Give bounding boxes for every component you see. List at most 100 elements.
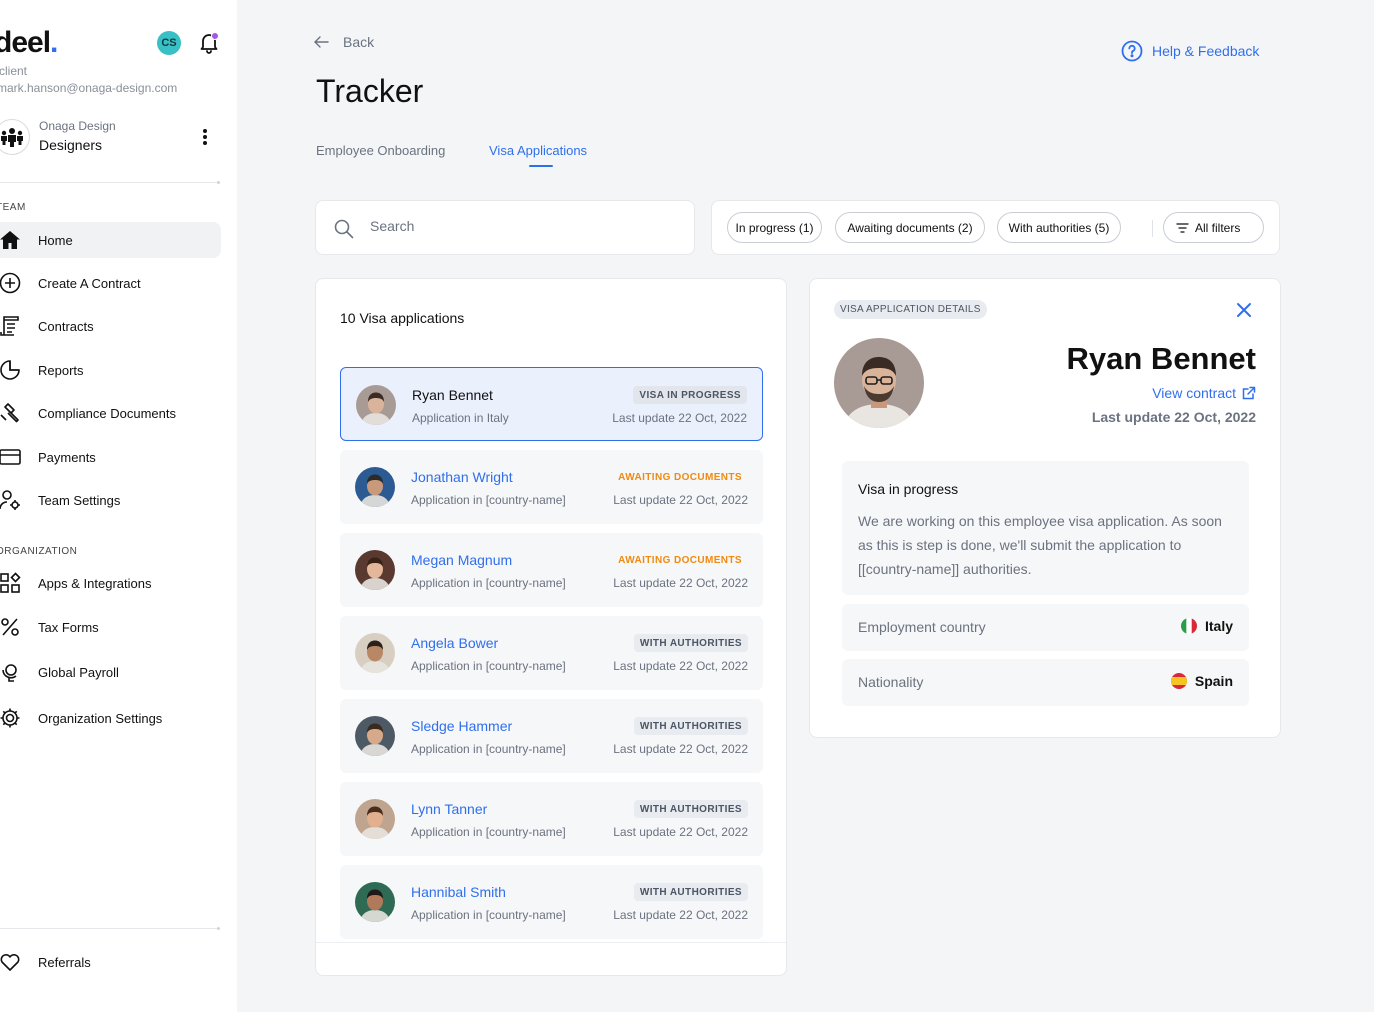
more-options-icon[interactable] <box>202 129 208 147</box>
sidebar-item-label: Compliance Documents <box>38 405 177 421</box>
organization-section-label: ORGANIZATION <box>0 546 78 557</box>
team-group-icon <box>0 119 30 155</box>
application-row[interactable]: Megan Magnum Application in [country-name… <box>340 533 763 607</box>
filter-chip-awaiting-documents[interactable]: Awaiting documents (2) <box>835 212 985 243</box>
application-country: Application in [country-name] <box>411 908 566 922</box>
user-avatar[interactable]: CS <box>157 31 181 55</box>
applicant-name[interactable]: Angela Bower <box>411 635 498 651</box>
employment-country-value: Italy <box>1204 618 1233 634</box>
sidebar-item-referrals[interactable]: Referrals <box>0 944 221 980</box>
sidebar-divider <box>0 181 220 184</box>
sidebar-item-label: Tax Forms <box>38 619 99 635</box>
application-row[interactable]: Angela Bower Application in [country-name… <box>340 616 763 690</box>
pie-chart-icon <box>0 359 22 381</box>
sidebar-item-create-contract[interactable]: Create A Contract <box>0 265 221 301</box>
filter-icon <box>1176 222 1189 233</box>
status-badge: WITH AUTHORITIES <box>633 634 748 652</box>
applicant-avatar <box>355 633 395 673</box>
applications-count: 10 Visa applications <box>340 310 465 326</box>
employment-country-value-wrap: Italy <box>1180 618 1233 634</box>
sidebar-item-payments[interactable]: Payments <box>0 439 221 475</box>
last-update: Last update 22 Oct, 2022 <box>613 742 748 756</box>
filter-chip-in-progress[interactable]: In progress (1) <box>727 212 822 243</box>
applicant-name[interactable]: Sledge Hammer <box>411 718 512 734</box>
applicant-name[interactable]: Megan Magnum <box>411 552 512 568</box>
application-country: Application in [country-name] <box>411 825 566 839</box>
sidebar-item-team-settings[interactable]: Team Settings <box>0 482 221 518</box>
application-row[interactable]: Ryan Bennet Application in Italy VISA IN P… <box>340 367 763 441</box>
application-country: Application in [country-name] <box>411 659 566 673</box>
all-filters-button[interactable]: All filters <box>1163 212 1264 243</box>
applicant-name[interactable]: Ryan Bennet <box>412 387 493 403</box>
back-button[interactable]: Back <box>314 34 374 50</box>
organization-switcher[interactable]: Onaga Design Designers <box>0 117 226 161</box>
applicant-name[interactable]: Jonathan Wright <box>411 469 513 485</box>
org-team: Designers <box>39 137 103 153</box>
sidebar-item-label: Create A Contract <box>38 275 141 291</box>
sidebar-item-home[interactable]: Home <box>0 222 221 258</box>
sidebar-item-contracts[interactable]: Contracts <box>0 308 221 344</box>
visa-status-title: Visa in progress <box>858 481 959 497</box>
apps-icon <box>0 572 22 594</box>
tab-visa-applications[interactable]: Visa Applications <box>489 143 587 158</box>
last-update: Last update 22 Oct, 2022 <box>612 411 747 425</box>
active-tab-indicator <box>529 165 553 167</box>
external-link-icon <box>1242 386 1256 400</box>
arrow-left-icon <box>314 36 329 48</box>
heart-icon <box>0 951 22 973</box>
nationality-value-wrap: Spain <box>1170 673 1233 689</box>
visa-status-description: We are working on this employee visa app… <box>858 513 1222 577</box>
sidebar-item-label: Home <box>38 232 73 248</box>
details-badge: VISA APPLICATION DETAILS <box>834 300 987 319</box>
applicant-avatar <box>356 385 396 425</box>
account-email: mark.hanson@onaga-design.com <box>0 81 178 95</box>
sidebar-item-label: Team Settings <box>38 492 121 508</box>
nationality-label: Nationality <box>858 674 924 690</box>
sidebar-item-tax-forms[interactable]: Tax Forms <box>0 609 221 645</box>
sidebar-item-organization-settings[interactable]: Organization Settings <box>0 700 221 736</box>
nationality-value: Spain <box>1194 673 1233 689</box>
application-row[interactable]: Lynn Tanner Application in [country-name]… <box>340 782 763 856</box>
help-icon <box>1121 40 1143 62</box>
home-icon <box>0 229 22 251</box>
globe-icon <box>0 661 22 683</box>
search-input[interactable] <box>370 218 670 234</box>
account-role: client <box>0 64 28 78</box>
applicant-avatar <box>355 716 395 756</box>
application-country: Application in [country-name] <box>411 493 566 507</box>
application-row[interactable]: Sledge Hammer Application in [country-nam… <box>340 699 763 773</box>
sidebar-item-global-payroll[interactable]: Global Payroll <box>0 654 221 690</box>
applicant-name[interactable]: Hannibal Smith <box>411 884 506 900</box>
sidebar-item-apps-integrations[interactable]: Apps & Integrations <box>0 565 221 601</box>
close-icon[interactable] <box>1236 302 1252 318</box>
back-label: Back <box>343 34 375 50</box>
last-update: Last update 22 Oct, 2022 <box>613 908 748 922</box>
application-country: Application in [country-name] <box>411 576 566 590</box>
deel-logo[interactable]: deel. <box>0 26 58 60</box>
applicant-avatar <box>355 467 395 507</box>
visa-applications-list: 10 Visa applications Ryan Bennet Applicat… <box>315 278 787 976</box>
notification-dot <box>211 32 219 40</box>
last-update: Last update 22 Oct, 2022 <box>613 493 748 507</box>
visa-application-details-panel: VISA APPLICATION DETAILS Ryan Bennet Vie… <box>809 278 1281 738</box>
applicant-name[interactable]: Lynn Tanner <box>411 801 487 817</box>
application-row[interactable]: Hannibal Smith Application in [country-na… <box>340 865 763 939</box>
sidebar-item-label: Referrals <box>38 954 91 970</box>
sidebar-item-label: Global Payroll <box>38 664 119 680</box>
sidebar-item-reports[interactable]: Reports <box>0 352 221 388</box>
spain-flag-icon <box>1170 673 1187 689</box>
status-badge: AWAITING DOCUMENTS <box>618 554 742 566</box>
sidebar-item-label: Payments <box>38 449 96 465</box>
details-last-update: Last update 22 Oct, 2022 <box>1091 409 1256 425</box>
user-gear-icon <box>0 489 22 511</box>
help-feedback-link[interactable]: Help & Feedback <box>1121 40 1259 62</box>
all-filters-label: All filters <box>1195 220 1241 235</box>
view-contract-link[interactable]: View contract <box>1152 385 1256 401</box>
gear-icon <box>0 707 22 729</box>
sidebar-item-label: Organization Settings <box>38 710 163 726</box>
tab-employee-onboarding[interactable]: Employee Onboarding <box>316 143 445 158</box>
application-row[interactable]: Jonathan Wright Application in [country-n… <box>340 450 763 524</box>
sidebar-item-compliance-documents[interactable]: Compliance Documents <box>0 395 221 431</box>
applicant-photo <box>834 338 924 428</box>
filter-chip-with-authorities[interactable]: With authorities (5) <box>997 212 1121 243</box>
